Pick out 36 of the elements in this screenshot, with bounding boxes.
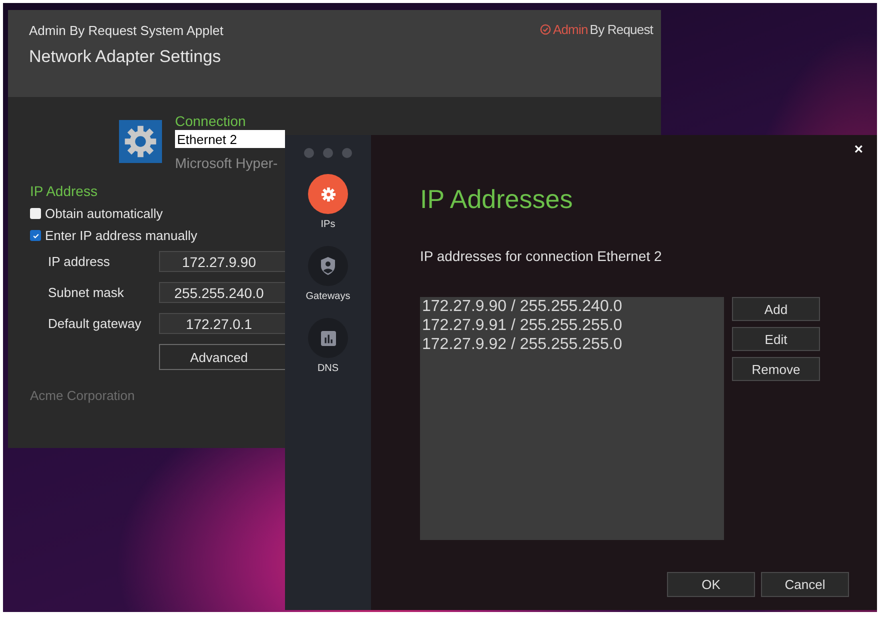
list-item[interactable]: 172.27.9.92 / 255.255.255.0 (422, 335, 722, 354)
checkbox[interactable] (30, 230, 41, 241)
nav-button[interactable] (308, 174, 348, 214)
dialog-button[interactable]: Cancel (761, 572, 849, 597)
adapter-name: Microsoft Hyper- (175, 155, 279, 171)
connection-name-field[interactable]: Ethernet 2 (175, 130, 285, 148)
gear-icon (119, 120, 162, 163)
close-button[interactable]: × (854, 141, 863, 158)
logo-text: Admin (552, 22, 588, 36)
field-label: Subnet mask (48, 285, 125, 300)
list-action-button[interactable]: Remove (732, 357, 820, 381)
list-action-button[interactable]: Add (732, 297, 820, 321)
check-icon (32, 232, 40, 240)
checkbox-label: Enter IP address manually (45, 228, 198, 243)
list-item[interactable]: 172.27.9.91 / 255.255.255.0 (422, 316, 722, 335)
window-title: Admin By Request System Applet (29, 23, 224, 38)
checkbox-label: Obtain automatically (45, 206, 163, 221)
company-name: Acme Corporation (30, 388, 136, 403)
dialog-button[interactable]: OK (667, 572, 755, 597)
logo-text: By Request (590, 22, 653, 36)
nav-label: IPs (320, 219, 336, 230)
nav-label: DNS (317, 363, 339, 374)
section-title: IP Address (30, 183, 98, 199)
field-label: IP address (48, 254, 111, 269)
window-heading: Network Adapter Settings (29, 47, 222, 67)
list-action-button[interactable]: Edit (732, 327, 820, 351)
shield-user-icon (320, 257, 336, 275)
list-item[interactable]: 172.27.9.90 / 255.255.240.0 (422, 297, 722, 316)
gear-icon (320, 186, 336, 202)
dialog-description: IP addresses for connection Ethernet 2 (420, 248, 663, 264)
check-circle-icon (540, 24, 551, 34)
dialog-title: IP Addresses (420, 184, 574, 215)
checkbox[interactable] (30, 208, 41, 219)
field-label: Default gateway (48, 316, 142, 331)
connection-label: Connection (175, 113, 247, 129)
bar-chart-icon (320, 330, 336, 346)
